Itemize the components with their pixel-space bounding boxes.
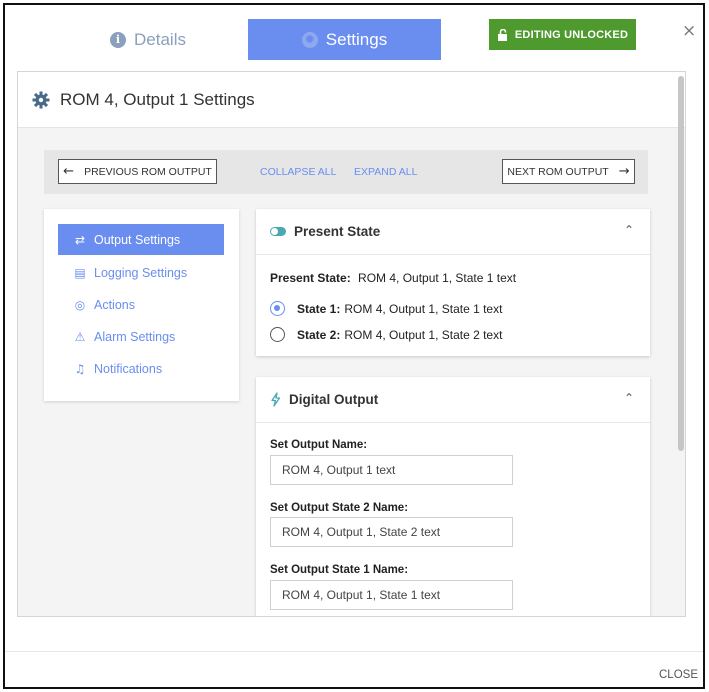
present-state-heading: Present State bbox=[294, 224, 381, 239]
toggle-icon bbox=[270, 227, 286, 236]
output-name-input[interactable]: ROM 4, Output 1 text bbox=[270, 455, 513, 485]
sidebar-item-label: Alarm Settings bbox=[94, 329, 176, 344]
scrollbar[interactable] bbox=[678, 76, 684, 451]
output-state-1-name-input[interactable]: ROM 4, Output 1, State 1 text bbox=[270, 580, 513, 610]
tab-details-label: Details bbox=[134, 29, 186, 49]
output-toolbar: ← PREVIOUS ROM OUTPUT COLLAPSE ALL EXPAN… bbox=[44, 150, 648, 194]
arrow-left-icon: ← bbox=[63, 164, 75, 179]
digital-output-card: Digital Output ⌃ Set Output Name: ROM 4,… bbox=[256, 377, 650, 616]
output-state-2-name-input[interactable]: ROM 4, Output 1, State 2 text bbox=[270, 517, 513, 547]
chevron-up-icon[interactable]: ⌃ bbox=[624, 391, 634, 405]
panel-title: ROM 4, Output 1 Settings bbox=[60, 89, 255, 109]
settings-panel: ROM 4, Output 1 Settings ← PREVIOUS ROM … bbox=[17, 71, 686, 617]
gear-icon: ✹ bbox=[301, 31, 318, 48]
previous-rom-output-label: PREVIOUS ROM OUTPUT bbox=[84, 165, 212, 178]
arrow-right-icon: → bbox=[618, 164, 630, 179]
sidebar-item-alarm-settings[interactable]: ⚠ Alarm Settings bbox=[58, 321, 224, 352]
output-state-1-name-label: Set Output State 1 Name: bbox=[270, 564, 409, 576]
clipboard-icon: ▤ bbox=[74, 265, 86, 280]
chevron-up-icon[interactable]: ⌃ bbox=[624, 223, 634, 237]
panel-header: ROM 4, Output 1 Settings bbox=[18, 72, 685, 128]
settings-dialog: i Details ✹ Settings EDITING UNLOCKED × bbox=[3, 3, 705, 689]
sidebar-item-notifications[interactable]: ♫ Notifications bbox=[58, 353, 224, 384]
output-icon: ⇄ bbox=[74, 232, 86, 247]
next-rom-output-button[interactable]: NEXT ROM OUTPUT → bbox=[502, 159, 635, 184]
state-2-option[interactable]: State 2: ROM 4, Output 1, State 2 text bbox=[270, 327, 502, 342]
sidebar-item-label: Notifications bbox=[94, 361, 163, 376]
sidebar-item-logging-settings[interactable]: ▤ Logging Settings bbox=[58, 257, 224, 288]
present-state-value: ROM 4, Output 1, State 1 text bbox=[358, 271, 517, 285]
settings-sidebar: ⇄ Output Settings ▤ Logging Settings ◎ A… bbox=[44, 209, 239, 401]
sidebar-item-output-settings[interactable]: ⇄ Output Settings bbox=[58, 224, 224, 255]
info-icon: i bbox=[110, 31, 127, 48]
present-state-line: Present State: ROM 4, Output 1, State 1 … bbox=[270, 271, 516, 285]
sidebar-item-label: Actions bbox=[94, 297, 135, 312]
present-state-header[interactable]: Present State ⌃ bbox=[256, 209, 650, 255]
sidebar-item-label: Output Settings bbox=[94, 232, 181, 247]
footer-divider bbox=[5, 651, 703, 652]
collapse-all-link[interactable]: COLLAPSE ALL bbox=[260, 166, 336, 178]
tab-details[interactable]: i Details bbox=[58, 19, 238, 60]
bell-icon: ♫ bbox=[74, 361, 86, 376]
present-state-card: Present State ⌃ Present State: ROM 4, Ou… bbox=[256, 209, 650, 356]
gear-icon bbox=[32, 91, 50, 108]
close-button[interactable]: CLOSE bbox=[659, 669, 698, 681]
state-1-option[interactable]: State 1: ROM 4, Output 1, State 1 text bbox=[270, 301, 502, 316]
digital-output-heading: Digital Output bbox=[289, 392, 379, 407]
target-icon: ◎ bbox=[74, 297, 86, 312]
state-2-text: ROM 4, Output 1, State 2 text bbox=[344, 327, 503, 342]
next-rom-output-label: NEXT ROM OUTPUT bbox=[507, 165, 609, 178]
sidebar-item-actions[interactable]: ◎ Actions bbox=[58, 289, 224, 320]
state-1-label: State 1: bbox=[297, 301, 341, 316]
output-state-2-name-label: Set Output State 2 Name: bbox=[270, 502, 409, 514]
editing-unlocked-button[interactable]: EDITING UNLOCKED bbox=[489, 19, 636, 50]
alarm-icon: ⚠ bbox=[74, 329, 86, 344]
sidebar-item-label: Logging Settings bbox=[94, 265, 188, 280]
state-1-radio[interactable] bbox=[270, 301, 285, 316]
lightning-icon bbox=[271, 392, 281, 407]
editing-unlocked-label: EDITING UNLOCKED bbox=[514, 28, 629, 41]
present-state-label: Present State: bbox=[270, 271, 351, 285]
digital-output-header[interactable]: Digital Output ⌃ bbox=[256, 377, 650, 423]
tab-settings[interactable]: ✹ Settings bbox=[248, 19, 441, 60]
expand-all-link[interactable]: EXPAND ALL bbox=[354, 166, 417, 178]
state-2-radio[interactable] bbox=[270, 327, 285, 342]
state-2-label: State 2: bbox=[297, 327, 341, 342]
tab-settings-label: Settings bbox=[325, 29, 388, 49]
state-1-text: ROM 4, Output 1, State 1 text bbox=[344, 301, 503, 316]
unlock-icon bbox=[497, 28, 507, 41]
previous-rom-output-button[interactable]: ← PREVIOUS ROM OUTPUT bbox=[58, 159, 217, 184]
output-name-label: Set Output Name: bbox=[270, 439, 368, 451]
close-icon[interactable]: × bbox=[682, 21, 696, 41]
